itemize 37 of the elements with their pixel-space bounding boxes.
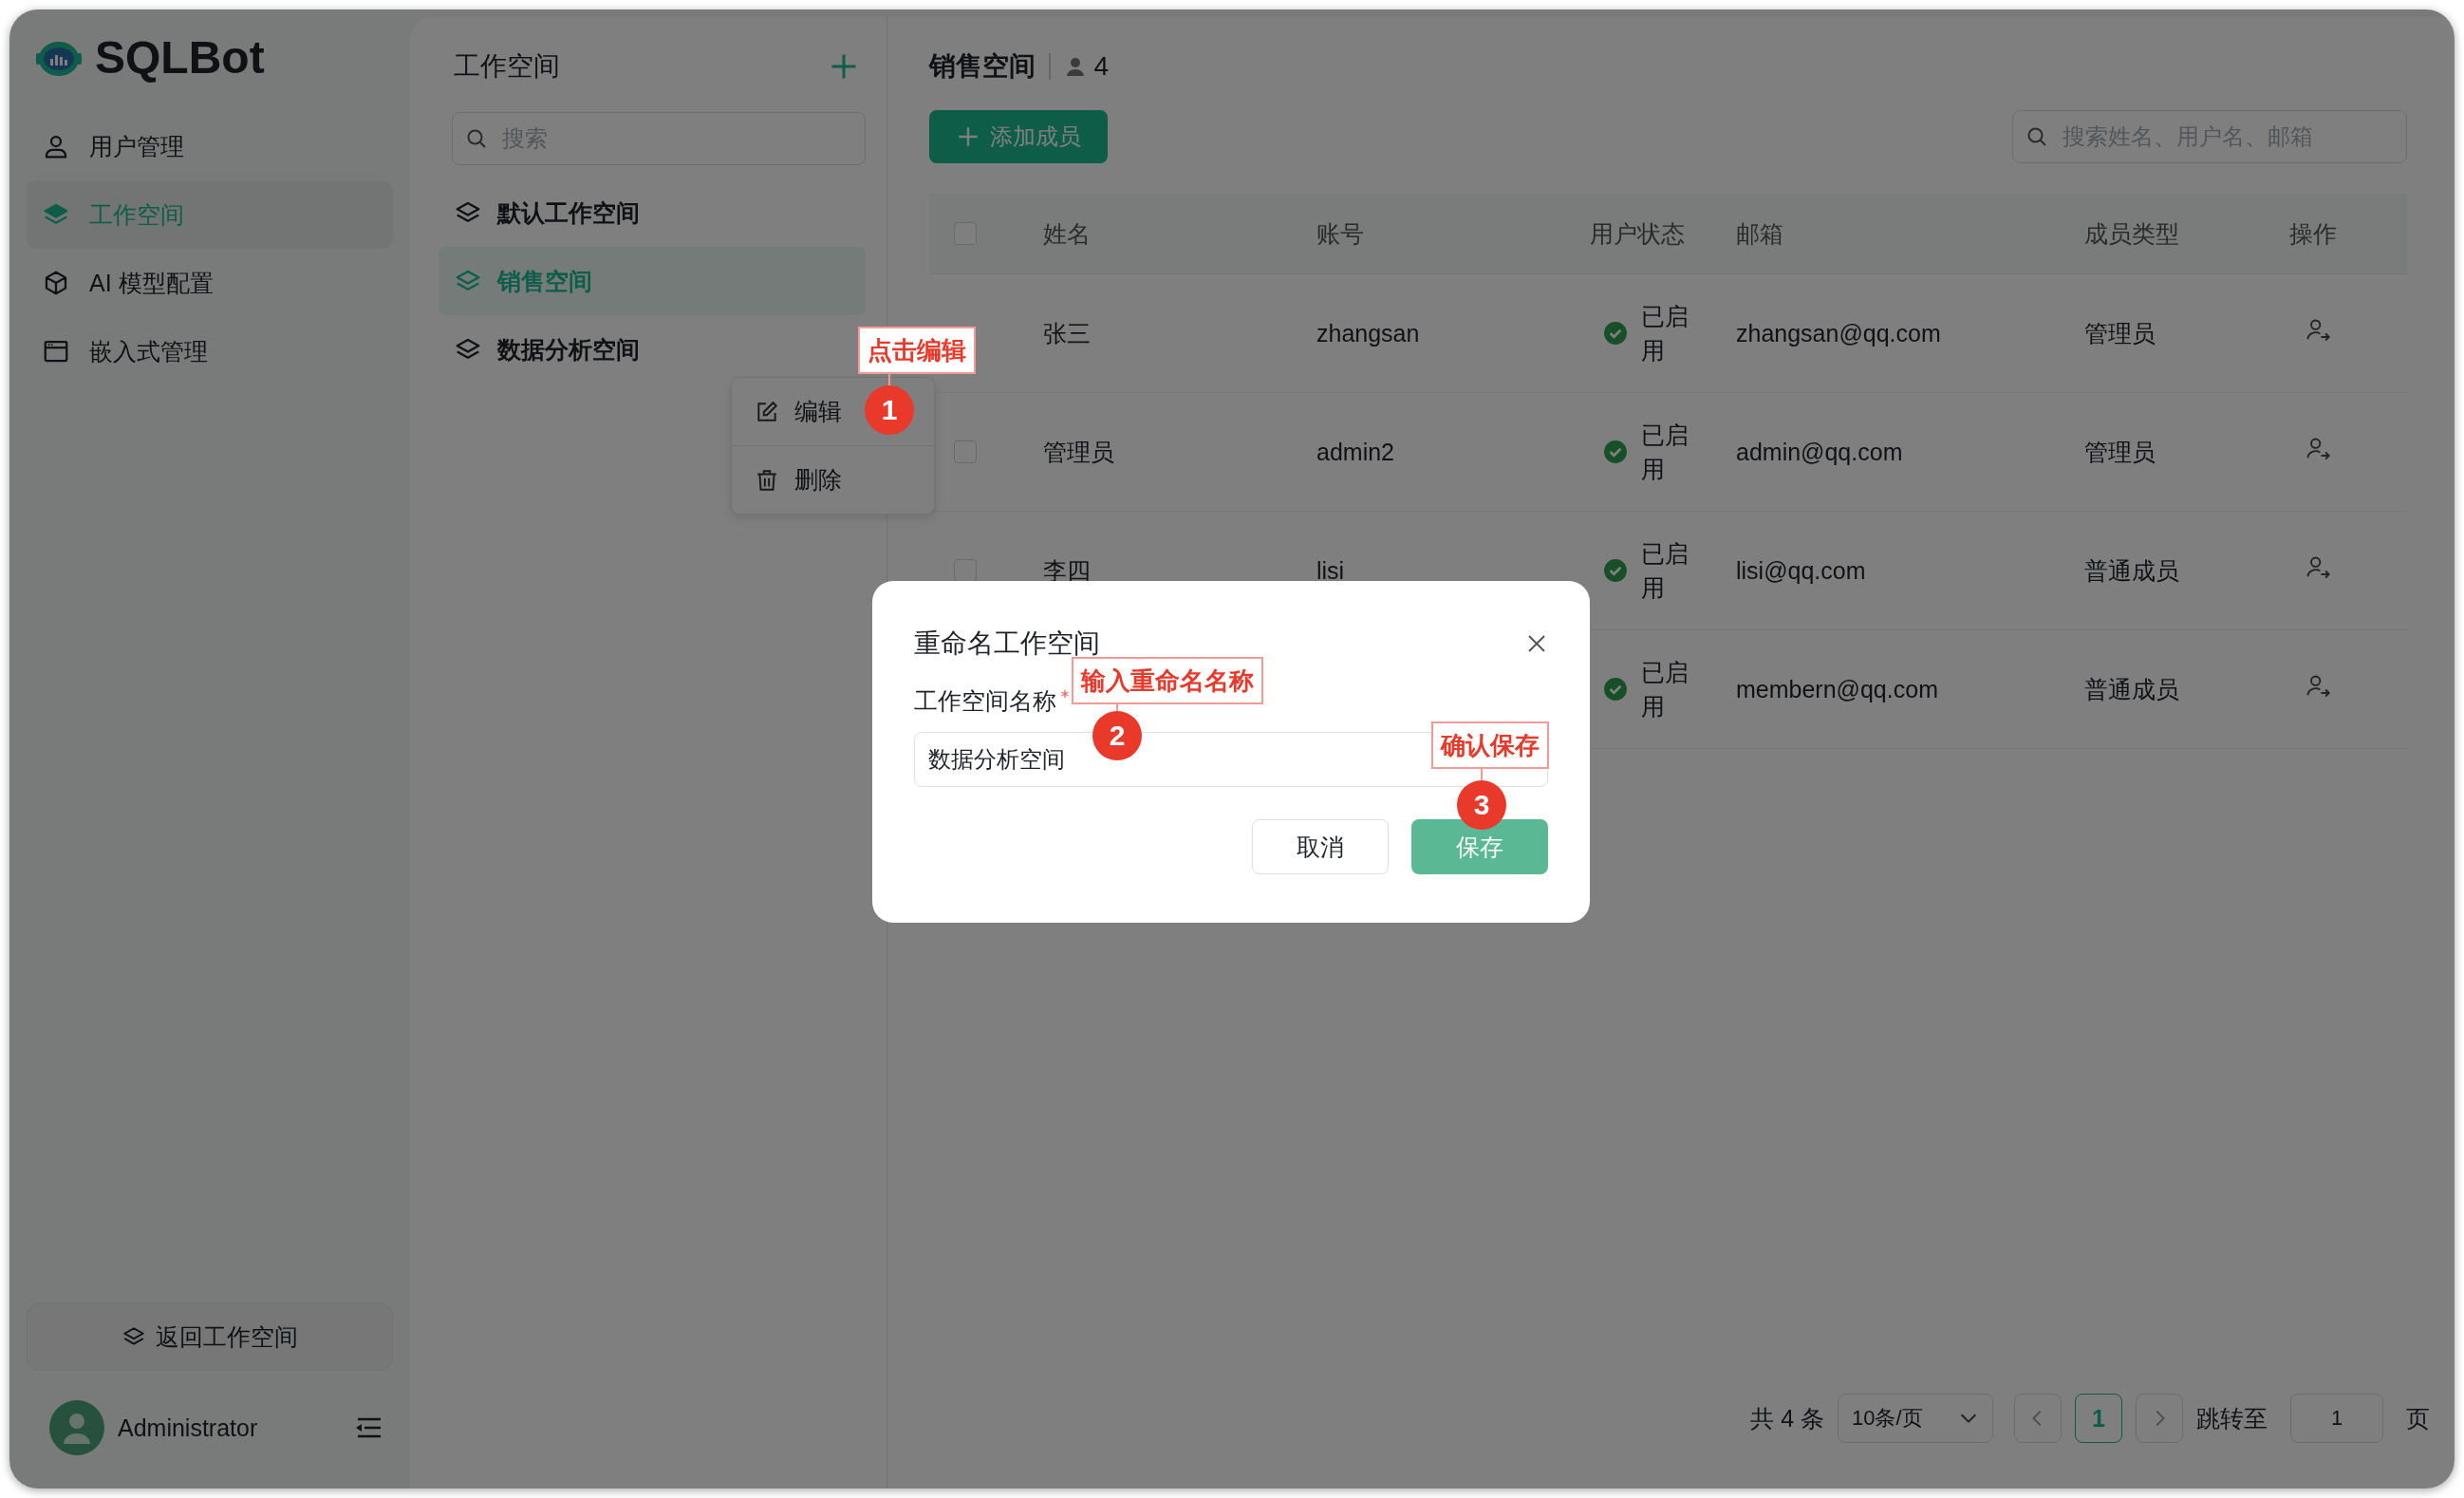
panel-title: 工作空间 (454, 50, 560, 83)
status-text: 已启用 (1641, 420, 1689, 484)
table-cell: 管理员 (2084, 438, 2156, 465)
app-logo-text: SQLBot (95, 30, 265, 84)
user-name: Administrator (118, 1414, 258, 1442)
table-cell: 普通成员 (2084, 556, 2179, 584)
status-text: 已启用 (1641, 538, 1689, 603)
member-count: 4 (1093, 51, 1110, 82)
table-cell: 普通成员 (2084, 675, 2179, 702)
page-label: 页 (2406, 1403, 2430, 1433)
table-cell: zhangsan (1316, 319, 1420, 346)
dialog-title: 重命名工作空间 (914, 627, 1100, 660)
column-header: 操作 (2289, 218, 2338, 249)
column-header: 账号 (1316, 218, 1365, 249)
table-cell: 李四 (1043, 556, 1091, 584)
table-cell: 张三 (1043, 319, 1091, 346)
table-cell: zhangsan@qq.com (1736, 319, 1941, 346)
column-header: 邮箱 (1736, 218, 1784, 249)
status-text: 已启用 (1641, 657, 1689, 721)
table-cell: admin2 (1316, 438, 1394, 465)
table-cell: admin@qq.com (1736, 438, 1903, 465)
column-header: 姓名 (1043, 218, 1092, 249)
jump-label: 跳转至 (2196, 1403, 2268, 1433)
column-header: 用户状态 (1590, 218, 1686, 249)
table-cell: 管理员 (1043, 438, 1114, 465)
annotation-callout: 点击编辑 (858, 327, 976, 374)
table-cell: membern@qq.com (1736, 675, 1938, 702)
workspace-title: 销售空间 (929, 50, 1036, 83)
annotation-callout: 输入重命名名称 (1072, 657, 1263, 704)
status-text: 已启用 (1641, 301, 1689, 365)
table-cell: lisi (1316, 556, 1345, 584)
table-cell: lisi@qq.com (1736, 556, 1866, 584)
table-cell: 管理员 (2084, 319, 2156, 346)
column-header: 成员类型 (2084, 218, 2180, 249)
total-count: 共 4 条 (1750, 1403, 1824, 1433)
field-label: 工作空间名称 (914, 686, 1056, 716)
annotation-callout: 确认保存 (1431, 721, 1549, 769)
